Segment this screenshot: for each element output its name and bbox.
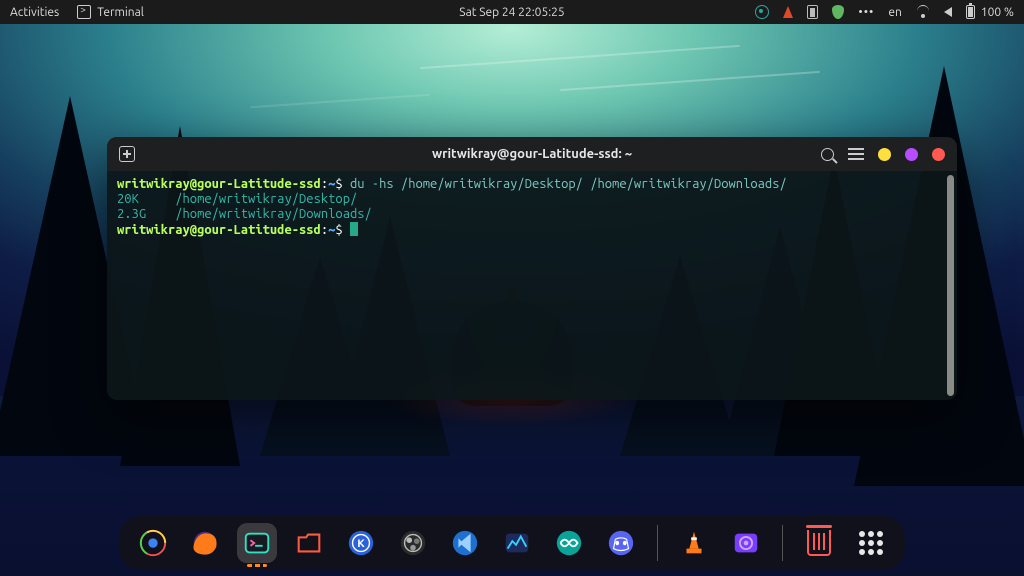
tray-vlc-icon[interactable] [783,6,793,18]
tray-app-icon-1[interactable] [755,5,769,19]
battery-indicator[interactable]: 100 % [966,5,1014,19]
prompt-user: writwikray@gour-Latitude-ssd [117,223,321,237]
volume-icon[interactable] [944,7,952,17]
prompt-user: writwikray@gour-Latitude-ssd [117,177,321,191]
dock-separator [782,525,783,561]
minimize-button[interactable] [878,148,891,161]
maximize-button[interactable] [905,148,918,161]
cursor [350,222,358,236]
output-size: 20K [117,192,139,206]
command-text: du -hs /home/writwikray/Desktop/ /home/w… [350,177,787,191]
keyboard-layout[interactable]: en [888,6,901,19]
dock-separator [657,525,658,561]
output-path: /home/writwikray/Downloads/ [175,207,372,221]
clock[interactable]: Sat Sep 24 22:05:25 [459,6,564,19]
scrollbar[interactable] [947,175,954,396]
dock-show-apps[interactable] [851,523,891,563]
dock-app-kde[interactable]: K [341,523,381,563]
wallpaper-decor [420,45,739,69]
terminal-icon [77,5,91,19]
tray-overflow[interactable]: ••• [858,6,874,19]
dock-app-chrome[interactable] [133,523,173,563]
active-app-label: Terminal [97,6,144,19]
wallpaper-decor [560,71,820,91]
svg-text:K: K [357,538,365,550]
prompt-dollar: $ [335,177,350,191]
battery-text: 100 % [981,6,1014,19]
tray-power-icon[interactable] [807,5,818,19]
dock-app-discord[interactable] [601,523,641,563]
output-size: 2.3G [117,207,146,221]
active-app-indicator[interactable]: Terminal [77,5,144,19]
dock-app-terminal-theme[interactable] [237,523,277,563]
dock-app-vlc[interactable] [674,523,714,563]
terminal-title: writwikray@gour-Latitude-ssd: ~ [432,147,632,161]
menu-icon[interactable] [848,148,864,160]
clock-text: Sat Sep 24 22:05:25 [459,6,564,19]
prompt-dollar: $ [335,223,350,237]
dock-app-vscode[interactable] [445,523,485,563]
terminal-body[interactable]: writwikray@gour-Latitude-ssd:~$ du -hs /… [107,171,957,400]
dock-app-files[interactable] [289,523,329,563]
activities-button[interactable]: Activities [10,6,59,19]
search-icon[interactable] [821,148,834,161]
close-button[interactable] [932,148,945,161]
terminal-titlebar[interactable]: writwikray@gour-Latitude-ssd: ~ [107,137,957,171]
apps-grid-icon [859,531,883,555]
dock-app-screenshot[interactable] [726,523,766,563]
output-path: /home/writwikray/Desktop/ [175,192,357,206]
dock-app-firefox[interactable] [185,523,225,563]
wallpaper-decor [250,94,430,109]
dock-app-obs[interactable] [393,523,433,563]
top-panel: Activities Terminal Sat Sep 24 22:05:25 … [0,0,1024,24]
tray-shield-icon[interactable] [832,5,844,19]
terminal-window[interactable]: writwikray@gour-Latitude-ssd: ~ writwikr… [107,137,957,400]
dock-trash[interactable] [799,523,839,563]
battery-icon [966,5,975,19]
dock-app-monitor[interactable] [497,523,537,563]
wifi-icon[interactable] [916,6,930,18]
activities-label: Activities [10,6,59,19]
new-tab-icon[interactable] [119,146,135,162]
dock-app-arduino[interactable] [549,523,589,563]
dock: K [119,516,905,570]
trash-icon [807,530,831,556]
